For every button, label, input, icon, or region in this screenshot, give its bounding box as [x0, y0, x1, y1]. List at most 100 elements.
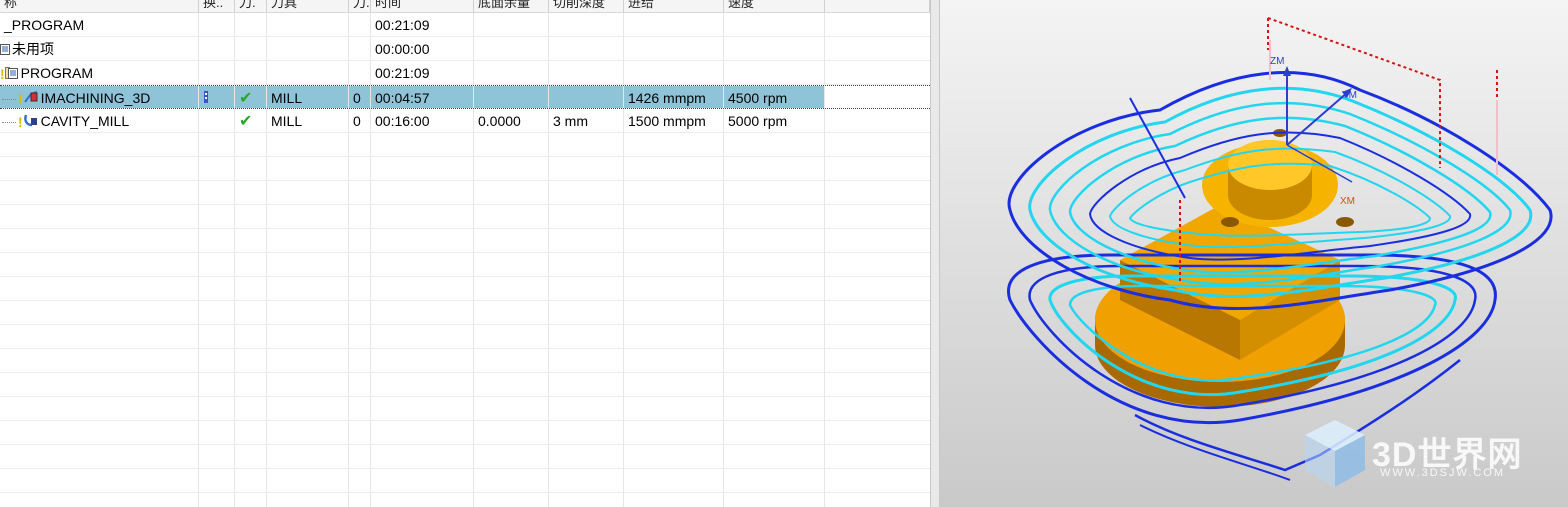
empty-cell: [349, 253, 371, 276]
empty-cell: [371, 493, 474, 507]
tool-change-icon: [203, 87, 209, 108]
row-path: [235, 61, 267, 84]
empty-cell: [724, 445, 825, 468]
empty-cell: [349, 325, 371, 348]
table-row[interactable]: 未用项 00:00:00: [0, 37, 930, 61]
empty-cell: [371, 181, 474, 204]
row-name: ! CAVITY_MILL: [0, 109, 199, 132]
empty-cell: [371, 349, 474, 372]
empty-cell: [474, 469, 549, 492]
row-name: ! IMACHINING_3D: [0, 86, 199, 108]
empty-cell: [267, 253, 349, 276]
empty-cell: [825, 445, 930, 468]
col-header-cut-depth[interactable]: 切削深度: [549, 0, 624, 12]
empty-cell: [549, 421, 624, 444]
row-tool-number: [349, 13, 371, 36]
empty-cell: [825, 301, 930, 324]
col-header-floor-stock[interactable]: 底面余量: [474, 0, 549, 12]
empty-cell: [724, 253, 825, 276]
path-ok-check-icon: ✔: [239, 90, 253, 107]
empty-cell: [0, 229, 199, 252]
empty-cell: [0, 421, 199, 444]
empty-table-row: [0, 373, 930, 397]
col-header-tool-number[interactable]: 刀.: [349, 0, 371, 12]
empty-cell: [549, 397, 624, 420]
empty-cell: [549, 493, 624, 507]
panel-splitter[interactable]: [930, 0, 940, 507]
empty-cell: [235, 157, 267, 180]
empty-cell: [199, 205, 235, 228]
row-empty: [825, 109, 930, 132]
empty-table-row: [0, 133, 930, 157]
empty-cell: [371, 445, 474, 468]
table-row[interactable]: _PROGRAM 00:21:09: [0, 13, 930, 37]
empty-cell: [624, 493, 724, 507]
empty-cell: [235, 445, 267, 468]
empty-cell: [371, 373, 474, 396]
empty-cell: [825, 373, 930, 396]
col-header-feed[interactable]: 进给: [624, 0, 724, 12]
empty-cell: [235, 253, 267, 276]
empty-cell: [267, 133, 349, 156]
empty-cell: [267, 445, 349, 468]
col-header-name[interactable]: 称: [0, 0, 199, 12]
empty-cell: [549, 445, 624, 468]
row-speed: [724, 37, 825, 60]
empty-cell: [825, 349, 930, 372]
empty-cell: [549, 205, 624, 228]
empty-cell: [0, 253, 199, 276]
empty-cell: [349, 277, 371, 300]
row-floor-stock: 0.0000: [474, 109, 549, 132]
col-header-path[interactable]: 刀.: [235, 0, 267, 12]
empty-cell: [724, 181, 825, 204]
empty-cell: [0, 493, 199, 507]
axis-label-xm: XM: [1340, 196, 1355, 207]
row-name: 未用项: [0, 37, 199, 60]
col-header-time[interactable]: 时间: [371, 0, 474, 12]
empty-cell: [624, 277, 724, 300]
row-time: 00:21:09: [371, 13, 474, 36]
row-tool: [267, 61, 349, 84]
row-speed: 4500 rpm: [724, 86, 825, 108]
empty-cell: [724, 133, 825, 156]
empty-cell: [549, 349, 624, 372]
col-header-tool[interactable]: 刀具: [267, 0, 349, 12]
empty-cell: [724, 205, 825, 228]
empty-cell: [0, 469, 199, 492]
row-feed: [624, 37, 724, 60]
row-tool: MILL: [267, 86, 349, 108]
empty-cell: [724, 373, 825, 396]
empty-cell: [724, 325, 825, 348]
empty-cell: [549, 469, 624, 492]
empty-cell: [199, 253, 235, 276]
empty-cell: [825, 493, 930, 507]
table-row-selected[interactable]: ! IMACHINING_3D ✔ MILL 0 00:04:57 1426 mm…: [0, 85, 930, 109]
empty-cell: [0, 349, 199, 372]
col-header-tool-change[interactable]: 换..: [199, 0, 235, 12]
table-row[interactable]: ! PROGRAM 00:21:09: [0, 61, 930, 85]
row-name-label: _PROGRAM: [4, 17, 85, 33]
empty-cell: [371, 133, 474, 156]
empty-cell: [349, 133, 371, 156]
empty-cell: [235, 373, 267, 396]
row-speed: 5000 rpm: [724, 109, 825, 132]
empty-table-row: [0, 301, 930, 325]
row-tool-number: 0: [349, 86, 371, 108]
empty-cell: [371, 229, 474, 252]
empty-cell: [825, 253, 930, 276]
empty-cell: [0, 133, 199, 156]
empty-cell: [371, 325, 474, 348]
empty-cell: [0, 397, 199, 420]
row-empty: [825, 37, 930, 60]
empty-cell: [0, 205, 199, 228]
empty-cell: [724, 157, 825, 180]
empty-table-row: [0, 229, 930, 253]
empty-cell: [474, 373, 549, 396]
col-header-speed[interactable]: 速度: [724, 0, 825, 12]
table-row[interactable]: ! CAVITY_MILL ✔ MILL 0 00:16:00 0.0000 3 …: [0, 109, 930, 133]
empty-cell: [0, 301, 199, 324]
program-group-icon: [4, 62, 19, 84]
empty-cell: [267, 469, 349, 492]
row-floor-stock: [474, 37, 549, 60]
empty-cell: [549, 157, 624, 180]
